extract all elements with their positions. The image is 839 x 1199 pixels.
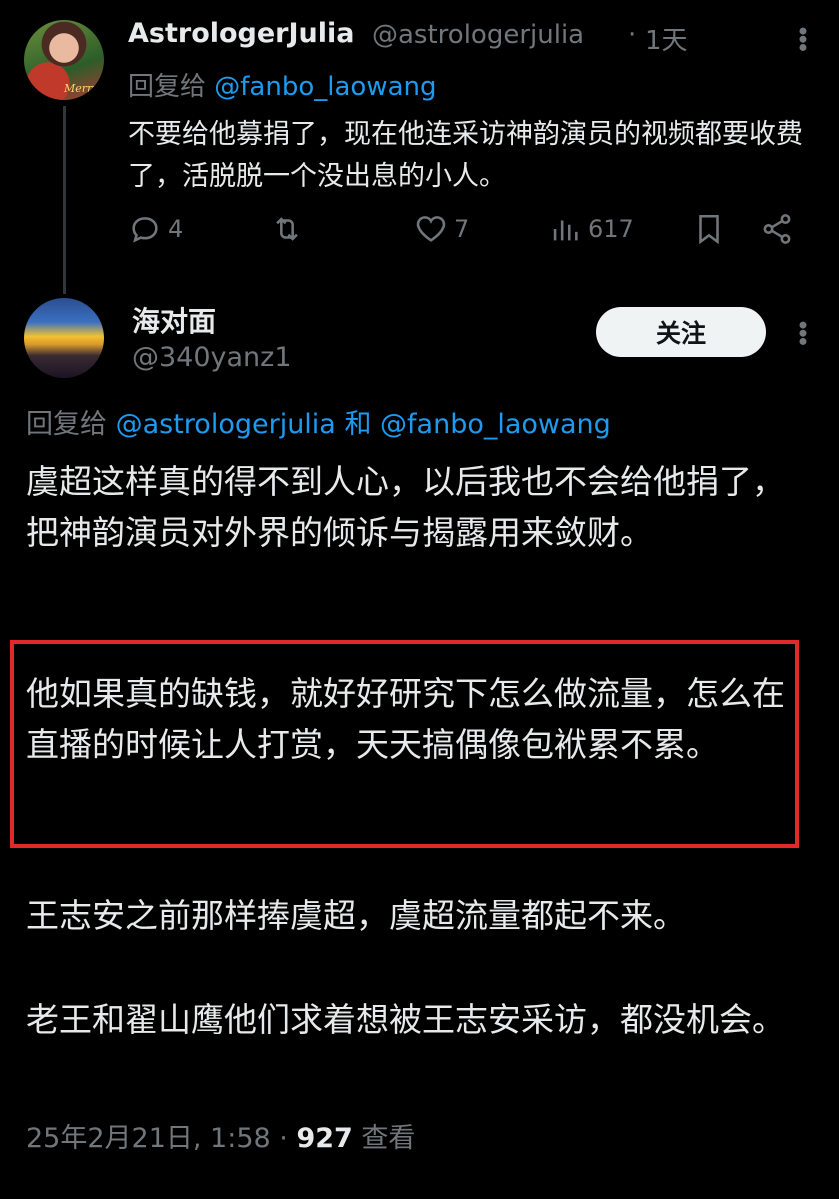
tweet2-paragraph: 虞超这样真的得不到人心，以后我也不会给他捐了，把神韵演员对外界的倾诉与揭露用来敛…	[26, 462, 785, 552]
reply-icon	[132, 217, 158, 243]
tweet1-text: 不要给他募捐了，现在他连采访神韵演员的视频都要收费了，活脱脱一个没出息的小人。	[128, 119, 803, 192]
reply-to-link[interactable]: @fanbo_laowang	[214, 72, 436, 102]
reply-to-link-2[interactable]: @fanbo_laowang	[380, 409, 611, 440]
tweet2-handle[interactable]: @340yanz1	[132, 342, 292, 373]
tweet1-reply-context: 回复给 @fanbo_laowang	[128, 66, 437, 103]
tweet1-separator: ·	[628, 20, 637, 50]
avatar-haiduimian[interactable]	[24, 298, 104, 378]
reply-to-link-1[interactable]: @astrologerjulia	[116, 409, 336, 440]
bar-chart-icon	[553, 220, 578, 241]
footer-dot: ·	[270, 1123, 297, 1154]
tweet2-timestamp[interactable]: 25年2月21日, 1:58	[26, 1123, 271, 1154]
tweet2-paragraph: 老王和翟山鹰他们求着想被王志安采访，都没机会。	[26, 1000, 785, 1039]
view-count: 617	[588, 215, 634, 243]
retweet-icon	[276, 217, 298, 241]
views-button[interactable]: 617	[548, 212, 634, 246]
tweet2-paragraph: 王志安之前那样捧虞超，虞超流量都起不来。	[26, 896, 686, 935]
tweet2-reply-context: 回复给 @astrologerjulia 和 @fanbo_laowang	[26, 402, 611, 441]
avatar-merry-text: Merry	[64, 82, 99, 95]
tweet2-view-label: 查看	[361, 1123, 416, 1154]
tweet2-more-icon[interactable]: •••	[788, 318, 816, 342]
retweet-button[interactable]	[270, 212, 310, 246]
bookmark-button[interactable]	[692, 212, 726, 246]
tweet1-handle[interactable]: @astrologerjulia	[372, 20, 584, 50]
thread-connector-line	[63, 106, 66, 294]
like-count: 7	[454, 215, 470, 243]
tweet2-display-name[interactable]: 海对面	[132, 300, 216, 340]
tweet1-more-icon[interactable]: •••	[788, 24, 816, 48]
heart-icon	[416, 216, 446, 242]
tweet2-view-count: 927	[296, 1123, 353, 1154]
tweet1-display-name[interactable]: AstrologerJulia	[128, 18, 355, 49]
avatar-astrologerjulia[interactable]: Merry	[24, 20, 104, 100]
like-button[interactable]: 7	[414, 212, 469, 246]
reply-prefix: 回复给	[26, 409, 107, 440]
tweet2-paragraph: 他如果真的缺钱，就好好研究下怎么做流量，怎么在直播的时候让人打赏，天天搞偶像包袱…	[26, 674, 785, 764]
share-icon	[763, 214, 791, 244]
follow-button[interactable]: 关注	[596, 307, 766, 357]
share-button[interactable]	[760, 212, 794, 246]
reply-count: 4	[168, 215, 184, 243]
tweet1-action-bar: 4 7 617	[128, 212, 808, 256]
tweet1-time[interactable]: 1天	[645, 20, 688, 57]
reply-prefix: 回复给	[128, 72, 207, 102]
reply-joiner: 和	[344, 409, 372, 440]
bookmark-icon	[699, 214, 719, 245]
tweet2-footer: 25年2月21日, 1:58 · 927 查看	[26, 1116, 415, 1155]
reply-button[interactable]: 4	[128, 212, 183, 246]
